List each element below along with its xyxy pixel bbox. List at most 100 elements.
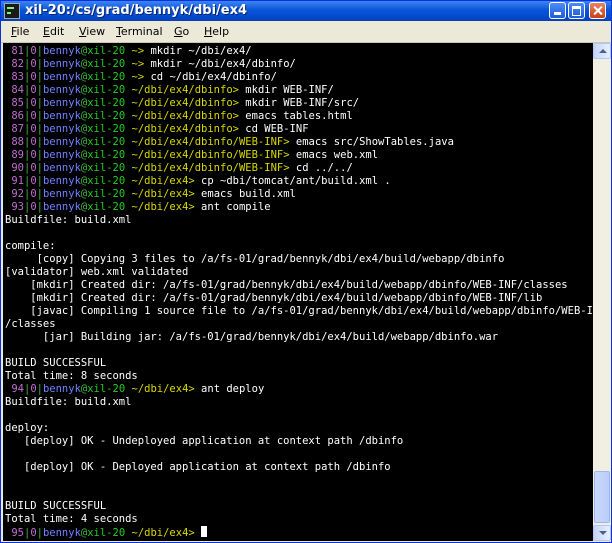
output-text: Total time: 8 seconds <box>5 370 138 382</box>
prompt-path: ~/dbi/ex4/dbinfo/WEB-INF> <box>131 136 290 148</box>
close-button[interactable] <box>589 2 606 19</box>
history-number: 90 <box>11 162 24 174</box>
prompt-line: 82|0|bennyk@xil-20 ~> mkdir ~/dbi/ex4/db… <box>5 58 296 71</box>
menu-help[interactable]: Help <box>204 24 229 39</box>
menu-bar: File Edit View Terminal Go Help <box>1 21 611 43</box>
output-text: [copy] Copying 3 files to /a/fs-01/grad/… <box>5 253 505 265</box>
prompt-user: bennyk <box>42 45 81 57</box>
terminal-output[interactable]: 81|0|bennyk@xil-20 ~> mkdir ~/dbi/ex4/ 8… <box>3 43 593 541</box>
window-title: xil-20:/cs/grad/bennyk/dbi/ex4 <box>25 3 248 18</box>
prompt-path: ~/dbi/ex4/dbinfo> <box>131 97 239 109</box>
prompt-line: 87|0|bennyk@xil-20 ~/dbi/ex4/dbinfo> cd … <box>5 123 309 136</box>
command-text: mkdir WEB-INF/src/ <box>245 97 360 109</box>
prompt-host: xil-20 <box>87 188 126 200</box>
output-text: deploy: <box>5 422 50 434</box>
title-bar[interactable]: xil-20:/cs/grad/bennyk/dbi/ex4 <box>1 1 611 21</box>
output-line: [deploy] OK - Undeployed application at … <box>5 435 403 448</box>
output-text: Total time: 4 seconds <box>5 513 138 525</box>
prompt-user: bennyk <box>42 84 81 96</box>
command-text: mkdir ~/dbi/ex4/dbinfo/ <box>150 58 296 70</box>
prompt-user: bennyk <box>42 149 81 161</box>
terminal-window: xil-20:/cs/grad/bennyk/dbi/ex4 File Edit… <box>0 0 612 543</box>
prompt-path: ~/dbi/ex4> <box>131 175 195 187</box>
history-number: 86 <box>11 110 24 122</box>
prompt-host: xil-20 <box>87 123 126 135</box>
menu-view[interactable]: View <box>79 24 105 39</box>
history-number: 91 <box>11 175 24 187</box>
scroll-up-arrow-icon[interactable] <box>593 43 611 59</box>
command-text: cd WEB-INF <box>245 123 309 135</box>
output-text: BUILD SUCCESSFUL <box>5 500 107 512</box>
output-text: [deploy] OK - Deployed application at co… <box>5 461 391 473</box>
history-number: 94 <box>11 383 24 395</box>
output-line: Buildfile: build.xml <box>5 214 131 227</box>
output-line: compile: <box>5 240 56 253</box>
prompt-line: 93|0|bennyk@xil-20 ~/dbi/ex4> ant compil… <box>5 201 271 214</box>
prompt-user: bennyk <box>42 175 81 187</box>
history-number: 85 <box>11 97 24 109</box>
prompt-line: 84|0|bennyk@xil-20 ~/dbi/ex4/dbinfo> mkd… <box>5 84 333 97</box>
prompt-host: xil-20 <box>87 149 126 161</box>
history-number: 89 <box>11 149 24 161</box>
scrollbar-thumb[interactable] <box>594 471 610 523</box>
prompt-user: bennyk <box>42 188 81 200</box>
command-text: ant compile <box>201 201 271 213</box>
output-text: [validator] web.xml validated <box>5 266 189 278</box>
maximize-button[interactable] <box>568 2 585 19</box>
prompt-path: ~/dbi/ex4/dbinfo/WEB-INF> <box>131 149 290 161</box>
history-number: 88 <box>11 136 24 148</box>
output-line: [mkdir] Created dir: /a/fs-01/grad/benny… <box>5 292 542 305</box>
prompt-line: 86|0|bennyk@xil-20 ~/dbi/ex4/dbinfo> ema… <box>5 110 353 123</box>
history-number: 84 <box>11 84 24 96</box>
command-text: cd ../../ <box>295 162 353 174</box>
prompt-host: xil-20 <box>87 97 126 109</box>
prompt-line: 91|0|bennyk@xil-20 ~/dbi/ex4> cp ~dbi/to… <box>5 175 390 188</box>
prompt-line: 95|0|bennyk@xil-20 ~/dbi/ex4> <box>5 526 208 539</box>
history-number: 83 <box>11 71 24 83</box>
menu-edit[interactable]: Edit <box>43 24 64 39</box>
output-text: Buildfile: build.xml <box>5 396 132 408</box>
prompt-host: xil-20 <box>87 84 126 96</box>
history-number: 95 <box>11 527 24 539</box>
menu-go[interactable]: Go <box>174 24 189 39</box>
output-line: Total time: 8 seconds <box>5 370 138 383</box>
output-line: [validator] web.xml validated <box>5 266 188 279</box>
output-line: [javac] Compiling 1 source file to /a/fs… <box>5 305 593 318</box>
minimize-button[interactable] <box>549 2 566 19</box>
prompt-user: bennyk <box>42 71 81 83</box>
prompt-host: xil-20 <box>87 527 126 539</box>
vertical-scrollbar[interactable] <box>593 43 611 541</box>
output-text: Buildfile: build.xml <box>5 214 132 226</box>
scroll-down-arrow-icon[interactable] <box>593 525 611 541</box>
prompt-user: bennyk <box>42 110 81 122</box>
prompt-line: 92|0|bennyk@xil-20 ~/dbi/ex4> emacs buil… <box>5 188 296 201</box>
output-line: [jar] Building jar: /a/fs-01/grad/bennyk… <box>5 331 498 344</box>
output-text: [jar] Building jar: /a/fs-01/grad/bennyk… <box>5 331 499 343</box>
output-text: BUILD SUCCESSFUL <box>5 357 107 369</box>
history-number: 87 <box>11 123 24 135</box>
command-text: emacs tables.html <box>245 110 353 122</box>
output-line: [mkdir] Created dir: /a/fs-01/grad/benny… <box>5 279 567 292</box>
menu-terminal[interactable]: Terminal <box>116 24 163 39</box>
history-number: 81 <box>11 45 24 57</box>
menu-file[interactable]: File <box>11 24 29 39</box>
prompt-path: ~/dbi/ex4> <box>131 383 195 395</box>
prompt-user: bennyk <box>42 97 81 109</box>
command-text: emacs src/ShowTables.java <box>295 136 454 148</box>
prompt-host: xil-20 <box>87 136 126 148</box>
prompt-user: bennyk <box>42 58 81 70</box>
prompt-line: 94|0|bennyk@xil-20 ~/dbi/ex4> ant deploy <box>5 383 264 396</box>
output-line: [deploy] OK - Deployed application at co… <box>5 461 391 474</box>
output-line: BUILD SUCCESSFUL <box>5 357 106 370</box>
command-text: cd ~/dbi/ex4/dbinfo/ <box>150 71 277 83</box>
output-line: /classes <box>5 318 56 331</box>
history-number: 82 <box>11 58 24 70</box>
prompt-line: 83|0|bennyk@xil-20 ~> cd ~/dbi/ex4/dbinf… <box>5 71 277 84</box>
prompt-host: xil-20 <box>87 71 126 83</box>
terminal-app-icon <box>4 3 20 19</box>
command-text: ant deploy <box>201 383 265 395</box>
prompt-path: ~> <box>131 45 145 57</box>
output-text: [deploy] OK - Undeployed application at … <box>5 435 404 447</box>
prompt-line: 89|0|bennyk@xil-20 ~/dbi/ex4/dbinfo/WEB-… <box>5 149 378 162</box>
output-line: deploy: <box>5 422 49 435</box>
